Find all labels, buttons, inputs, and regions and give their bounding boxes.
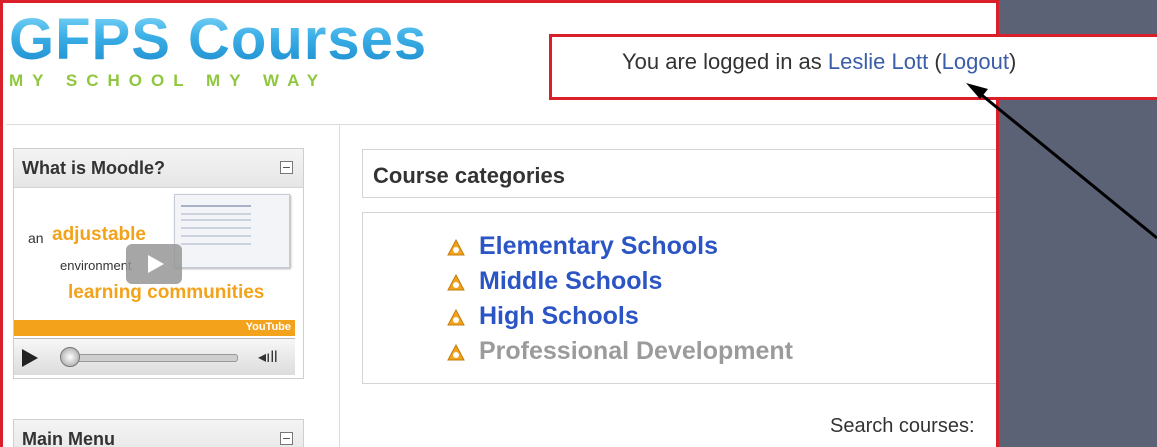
course-categories-header: Course categories: [362, 149, 996, 198]
block-title: Main Menu: [22, 429, 115, 447]
logout-link[interactable]: Logout: [942, 49, 1009, 74]
video-text-environment: environment: [60, 258, 132, 273]
category-icon: [447, 344, 465, 361]
video-controls: ◂ıll: [14, 338, 295, 375]
login-open-paren: (: [928, 49, 942, 74]
block-header: What is Moodle?: [14, 149, 303, 188]
category-icon: [447, 309, 465, 326]
progress-track[interactable]: [66, 354, 238, 362]
column-divider: [339, 125, 340, 447]
collapse-icon[interactable]: [280, 161, 293, 174]
login-close-paren: ): [1008, 49, 1017, 74]
video-player[interactable]: an adjustable environment learning commu…: [14, 188, 303, 378]
video-thumbnail-screenshot: [174, 194, 290, 268]
search-courses-label: Search courses:: [830, 415, 975, 437]
category-icon: [447, 274, 465, 291]
youtube-logo: YouTube: [245, 321, 291, 333]
video-play-overlay-icon[interactable]: [126, 244, 182, 284]
category-link[interactable]: Elementary Schools: [479, 232, 718, 261]
block-title: What is Moodle?: [22, 158, 165, 178]
login-info: You are logged in as Leslie Lott (Logout…: [622, 49, 1016, 75]
collapse-icon[interactable]: [280, 432, 293, 445]
site-logo[interactable]: GFPS Courses MY SCHOOL MY WAY: [9, 11, 427, 91]
volume-icon[interactable]: ◂ıll: [258, 347, 278, 367]
video-text-an: an: [28, 230, 44, 246]
block-header: Main Menu: [14, 420, 303, 447]
main-menu-block: Main Menu: [13, 419, 304, 447]
course-categories-title: Course categories: [373, 163, 565, 188]
logo-title: GFPS Courses: [9, 7, 428, 72]
video-text-adjustable: adjustable: [52, 224, 146, 245]
login-prefix: You are logged in as: [622, 49, 828, 74]
category-link[interactable]: Professional Development: [479, 337, 793, 366]
video-text-learning: learning communities: [68, 282, 265, 303]
play-icon[interactable]: [22, 349, 38, 367]
progress-knob[interactable]: [60, 347, 80, 367]
logo-tagline: MY SCHOOL MY WAY: [9, 71, 328, 90]
category-icon: [447, 239, 465, 256]
category-link[interactable]: Middle Schools: [479, 267, 662, 296]
course-categories-list: Elementary Schools Middle Schools High S…: [362, 212, 996, 384]
user-profile-link[interactable]: Leslie Lott: [828, 49, 928, 74]
category-link[interactable]: High Schools: [479, 302, 639, 331]
header-divider: [6, 124, 996, 125]
what-is-moodle-block: What is Moodle? an adjustable environmen…: [13, 148, 304, 379]
video-brand-bar: YouTube: [14, 320, 295, 336]
login-info-box: You are logged in as Leslie Lott (Logout…: [549, 34, 1157, 100]
